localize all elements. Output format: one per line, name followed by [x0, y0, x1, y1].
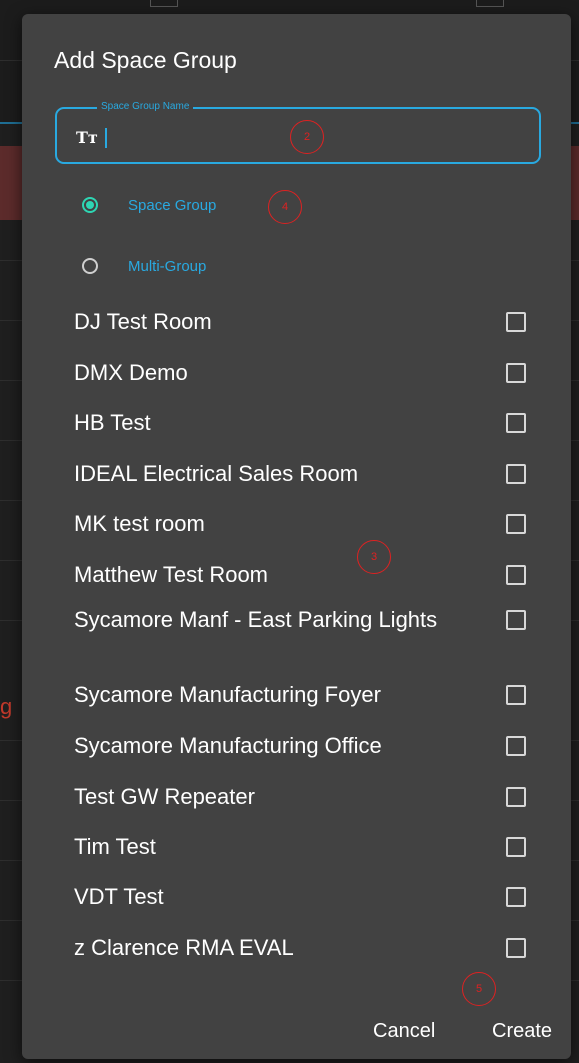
- radio-button-selected[interactable]: [82, 197, 98, 213]
- radio-multi-group[interactable]: Multi-Group: [82, 251, 206, 281]
- annotation-callout: 5: [462, 972, 496, 1006]
- space-list-item[interactable]: MK test room: [74, 511, 526, 536]
- space-item-checkbox[interactable]: [506, 787, 526, 807]
- space-group-name-legend: Space Group Name: [97, 100, 194, 114]
- space-item-checkbox[interactable]: [506, 887, 526, 907]
- annotation-callout: 3: [357, 540, 391, 574]
- space-item-label: Sycamore Manf - East Parking Lights: [74, 607, 438, 632]
- space-item-label: Sycamore Manufacturing Foyer: [74, 682, 381, 707]
- space-item-checkbox[interactable]: [506, 514, 526, 534]
- text-caret: [105, 128, 107, 148]
- space-item-checkbox[interactable]: [506, 610, 526, 630]
- space-item-label: Matthew Test Room: [74, 562, 269, 587]
- space-item-checkbox[interactable]: [506, 464, 526, 484]
- space-item-label: IDEAL Electrical Sales Room: [74, 461, 359, 486]
- annotation-callout: 2: [290, 120, 324, 154]
- background-top-box: [476, 0, 504, 7]
- space-item-label: HB Test: [74, 410, 151, 435]
- space-list-item[interactable]: HB Test: [74, 410, 526, 435]
- space-item-checkbox[interactable]: [506, 312, 526, 332]
- space-list-item[interactable]: VDT Test: [74, 884, 526, 909]
- space-list-item[interactable]: DJ Test Room: [74, 309, 526, 334]
- dialog-title: Add Space Group: [54, 47, 237, 73]
- space-item-label: DJ Test Room: [74, 309, 212, 334]
- radio-label-space-group: Space Group: [128, 196, 217, 214]
- space-list-item[interactable]: Matthew Test Room: [74, 562, 526, 587]
- radio-button-unselected[interactable]: [82, 258, 98, 274]
- cancel-button[interactable]: Cancel: [373, 1020, 435, 1043]
- space-list-item[interactable]: Sycamore Manufacturing Foyer: [74, 682, 526, 707]
- radio-space-group[interactable]: Space Group: [82, 190, 216, 220]
- space-item-checkbox[interactable]: [506, 837, 526, 857]
- space-list-item[interactable]: Sycamore Manufacturing Office: [74, 733, 526, 758]
- space-item-checkbox[interactable]: [506, 363, 526, 383]
- space-list-item[interactable]: DMX Demo: [74, 360, 526, 385]
- space-list-item[interactable]: Tim Test: [74, 834, 526, 859]
- text-format-icon: Tт: [76, 128, 98, 147]
- space-item-checkbox[interactable]: [506, 736, 526, 756]
- space-item-label: Sycamore Manufacturing Office: [74, 733, 382, 758]
- create-button[interactable]: Create: [492, 1020, 552, 1043]
- space-list-item[interactable]: Test GW Repeater: [74, 784, 526, 809]
- annotation-callout: 4: [268, 190, 302, 224]
- space-item-checkbox[interactable]: [506, 685, 526, 705]
- space-list-item[interactable]: Sycamore Manf - East Parking Lights: [74, 607, 526, 632]
- space-item-checkbox[interactable]: [506, 565, 526, 585]
- space-item-label: Tim Test: [74, 834, 156, 859]
- space-item-label: Test GW Repeater: [74, 784, 255, 809]
- space-list-item[interactable]: z Clarence RMA EVAL: [74, 935, 526, 960]
- background-edge-letter: g: [0, 694, 13, 719]
- space-item-label: z Clarence RMA EVAL: [74, 935, 294, 960]
- space-item-checkbox[interactable]: [506, 413, 526, 433]
- radio-label-multi-group: Multi-Group: [128, 257, 207, 275]
- add-space-group-dialog: Add Space Group Space Group Name Tт Spac…: [22, 14, 571, 1059]
- space-item-label: DMX Demo: [74, 360, 188, 385]
- space-item-label: VDT Test: [74, 884, 164, 909]
- space-item-checkbox[interactable]: [506, 938, 526, 958]
- space-item-label: MK test room: [74, 511, 205, 536]
- background-top-box: [150, 0, 178, 7]
- space-list-item[interactable]: IDEAL Electrical Sales Room: [74, 461, 526, 486]
